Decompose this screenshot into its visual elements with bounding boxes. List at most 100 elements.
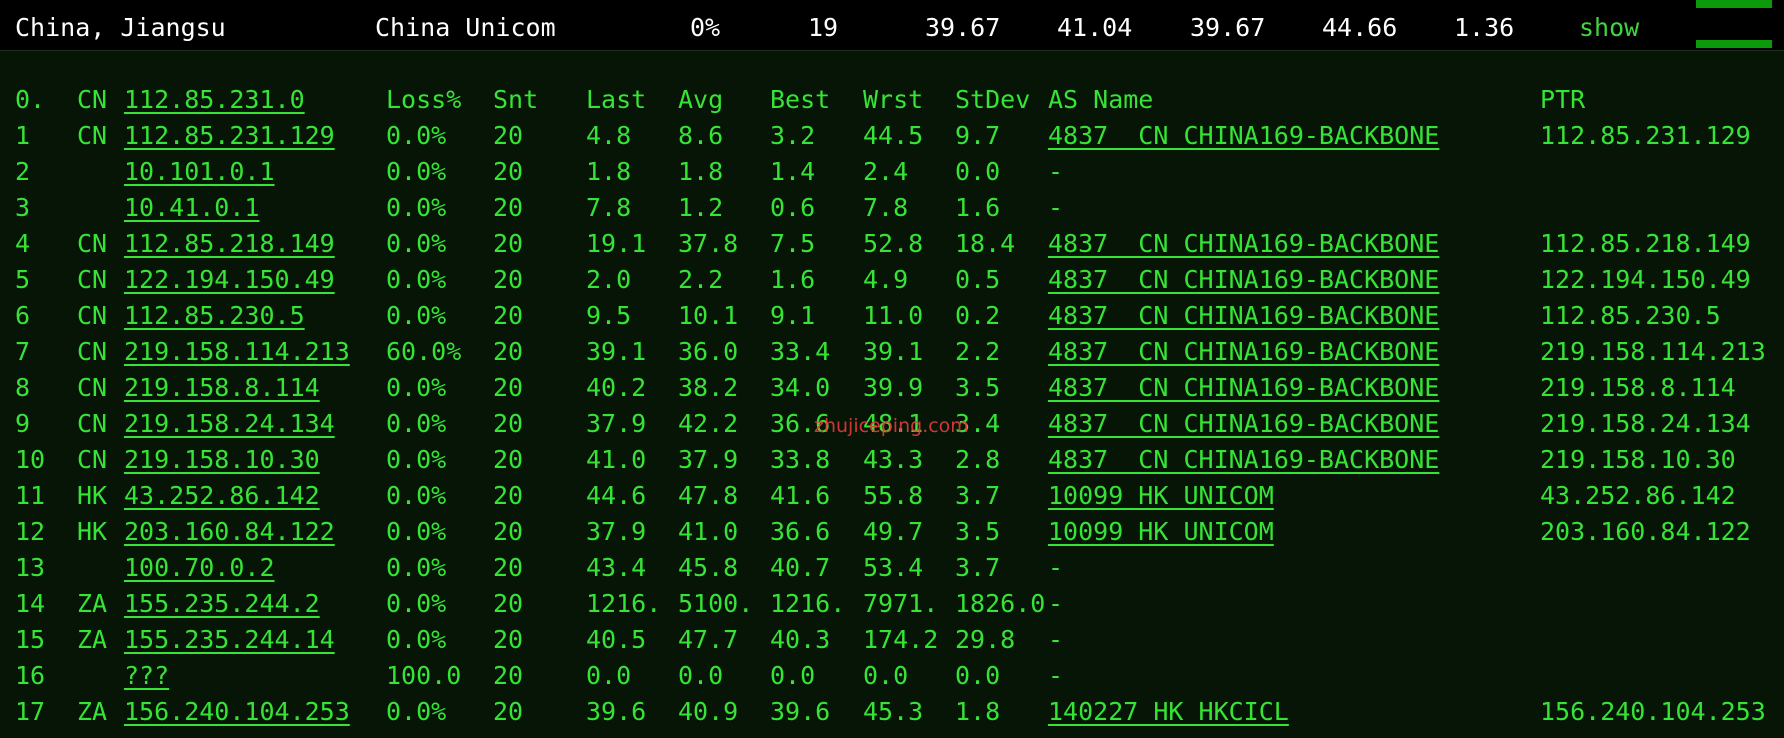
- hop-ptr: 219.158.24.134: [1540, 409, 1751, 438]
- hop-country: CN: [77, 409, 108, 438]
- hop-host[interactable]: 219.158.24.134: [124, 406, 335, 442]
- hop-host[interactable]: 112.85.230.5: [124, 298, 305, 334]
- hop-as-name[interactable]: 4837 CN CHINA169-BACKBONE: [1048, 118, 1439, 154]
- hop-best: 34.0: [770, 373, 831, 402]
- hop-host[interactable]: 100.70.0.2: [124, 550, 275, 586]
- hop-sent: 20: [493, 301, 524, 330]
- show-link[interactable]: show: [1579, 12, 1639, 44]
- header-hop-best: Best: [770, 85, 831, 114]
- hop-as-name[interactable]: 10099 HK UNICOM: [1048, 514, 1274, 550]
- hop-host[interactable]: 219.158.114.213: [124, 334, 350, 370]
- hop-sent: 20: [493, 121, 524, 150]
- hop-as-name[interactable]: 140227 HK HKCICL: [1048, 694, 1289, 730]
- hop-index: 13: [15, 553, 46, 582]
- hop-loss: 0.0%: [386, 157, 447, 186]
- hop-host[interactable]: 219.158.8.114: [124, 370, 320, 406]
- header-hop-country: CN: [77, 85, 108, 114]
- hop-sent: 20: [493, 337, 524, 366]
- hop-host[interactable]: 219.158.10.30: [124, 442, 320, 478]
- hop-loss: 0.0%: [386, 553, 447, 582]
- hop-last: 37.9: [586, 517, 647, 546]
- hop-host[interactable]: 122.194.150.49: [124, 262, 335, 298]
- hop-avg: 38.2: [678, 373, 739, 402]
- hop-host[interactable]: 10.41.0.1: [124, 190, 259, 226]
- hop-as-name[interactable]: 10099 HK UNICOM: [1048, 478, 1274, 514]
- hop-last: 39.1: [586, 337, 647, 366]
- hop-as-name[interactable]: 4837 CN CHINA169-BACKBONE: [1048, 370, 1439, 406]
- hop-best: 40.7: [770, 553, 831, 582]
- hop-sent: 20: [493, 193, 524, 222]
- hop-stdev: 1.6: [955, 193, 1001, 222]
- hop-host[interactable]: 112.85.231.129: [124, 118, 335, 154]
- table-row: 3 10.41.0.1 0.0% 20 7.8 1.2 0.6 7.8 1.6 -: [0, 190, 1784, 226]
- table-row: 5 CN 122.194.150.49 0.0% 20 2.0 2.2 1.6 4.9 0.5 48…: [0, 262, 1784, 298]
- hop-sent: 20: [493, 517, 524, 546]
- accent-bar-bottom: [1696, 40, 1772, 48]
- hop-as-name[interactable]: 4837 CN CHINA169-BACKBONE: [1048, 226, 1439, 262]
- hop-sent: 20: [493, 157, 524, 186]
- hop-avg: 40.9: [678, 697, 739, 726]
- hop-best: 1.4: [770, 157, 816, 186]
- hop-worst: 49.7: [863, 517, 924, 546]
- hop-as-name: -: [1048, 553, 1064, 582]
- summary-isp: China Unicom: [375, 13, 556, 42]
- hop-country: CN: [77, 373, 108, 402]
- hop-host[interactable]: 155.235.244.14: [124, 622, 335, 658]
- hop-sent: 20: [493, 481, 524, 510]
- hop-loss: 0.0%: [386, 373, 447, 402]
- hop-as-name[interactable]: 4837 CN CHINA169-BACKBONE: [1048, 334, 1439, 370]
- summary-row: China, Jiangsu China Unicom 0% 19 39.67 …: [0, 0, 1784, 50]
- header-hop-host[interactable]: 112.85.231.0: [124, 82, 305, 118]
- hop-sent: 20: [493, 553, 524, 582]
- table-row: 2 10.101.0.1 0.0% 20 1.8 1.8 1.4 2.4 0.0 -: [0, 154, 1784, 190]
- hop-host[interactable]: 155.235.244.2: [124, 586, 320, 622]
- table-row: 7 CN 219.158.114.213 60.0% 20 39.1 36.0 33.4 39.…: [0, 334, 1784, 370]
- hop-country: ZA: [77, 589, 108, 618]
- hop-stdev: 3.7: [955, 481, 1001, 510]
- summary-location: China, Jiangsu: [15, 13, 226, 42]
- hop-avg: 42.2: [678, 409, 739, 438]
- hop-worst: 4.9: [863, 265, 909, 294]
- hop-as-name[interactable]: 4837 CN CHINA169-BACKBONE: [1048, 262, 1439, 298]
- summary-sent: 19: [808, 13, 839, 42]
- hop-index: 12: [15, 517, 46, 546]
- summary-loss: 0%: [690, 13, 721, 42]
- hop-as-name[interactable]: 4837 CN CHINA169-BACKBONE: [1048, 406, 1439, 442]
- hop-avg: 10.1: [678, 301, 739, 330]
- hop-host[interactable]: 156.240.104.253: [124, 694, 350, 730]
- hop-worst: 174.2: [863, 625, 939, 654]
- hop-as-name[interactable]: 4837 CN CHINA169-BACKBONE: [1048, 298, 1439, 334]
- hop-avg: 5100.: [678, 589, 754, 618]
- hop-host[interactable]: 203.160.84.122: [124, 514, 335, 550]
- hop-host[interactable]: 10.101.0.1: [124, 154, 275, 190]
- hop-ptr: 43.252.86.142: [1540, 481, 1736, 510]
- hop-sent: 20: [493, 445, 524, 474]
- hop-stdev: 2.2: [955, 337, 1001, 366]
- table-row: 1 CN 112.85.231.129 0.0% 20 4.8 8.6 3.2 44.5 9.7 4…: [0, 118, 1784, 154]
- hop-stdev: 29.8: [955, 625, 1016, 654]
- hop-avg: 36.0: [678, 337, 739, 366]
- hop-stdev: 1.8: [955, 697, 1001, 726]
- hop-country: ZA: [77, 697, 108, 726]
- hop-sent: 20: [493, 625, 524, 654]
- hop-avg: 47.7: [678, 625, 739, 654]
- accent-bar-top: [1696, 0, 1772, 8]
- hop-stdev: 18.4: [955, 229, 1016, 258]
- hop-last: 2.0: [586, 265, 632, 294]
- hop-last: 7.8: [586, 193, 632, 222]
- hop-as-name[interactable]: 4837 CN CHINA169-BACKBONE: [1048, 442, 1439, 478]
- hop-host[interactable]: ???: [124, 658, 169, 694]
- hop-avg: 41.0: [678, 517, 739, 546]
- hop-worst: 0.0: [863, 661, 909, 690]
- header-hop-loss: Loss%: [386, 85, 462, 114]
- hop-as-name: -: [1048, 589, 1064, 618]
- hop-avg: 1.2: [678, 193, 724, 222]
- hop-loss: 0.0%: [386, 229, 447, 258]
- hop-best: 7.5: [770, 229, 816, 258]
- hop-host[interactable]: 43.252.86.142: [124, 478, 320, 514]
- header-hop-last: Last: [586, 85, 647, 114]
- hop-as-name: -: [1048, 157, 1064, 186]
- hop-host[interactable]: 112.85.218.149: [124, 226, 335, 262]
- hop-best: 33.8: [770, 445, 831, 474]
- hop-worst: 55.8: [863, 481, 924, 510]
